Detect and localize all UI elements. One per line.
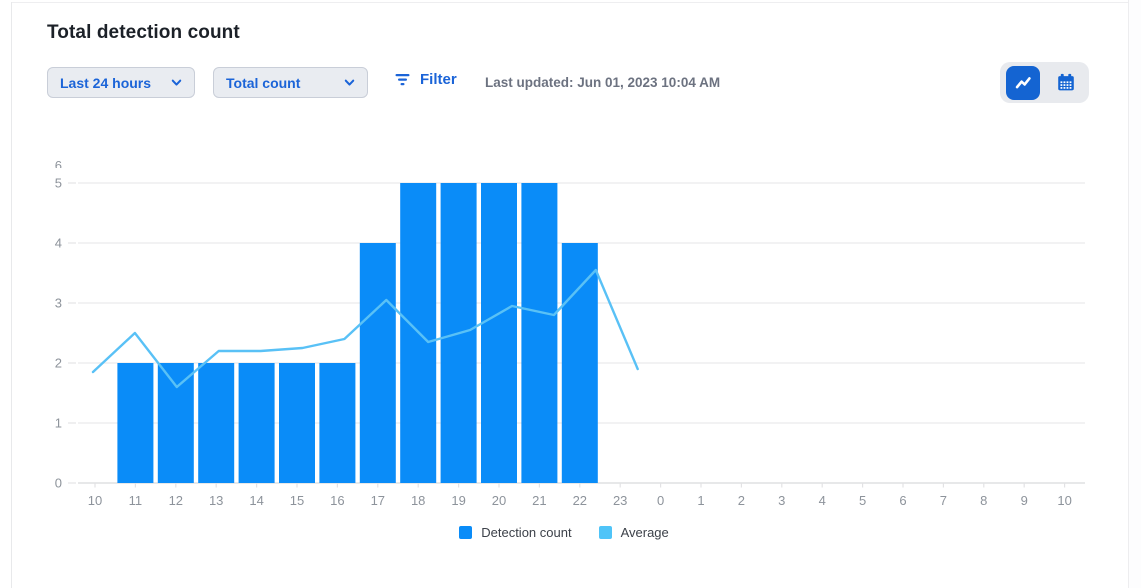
legend-item-average[interactable]: Average	[599, 525, 669, 540]
line-chart-icon	[1012, 72, 1034, 94]
svg-text:17: 17	[371, 493, 385, 508]
svg-text:5: 5	[859, 493, 866, 508]
svg-text:19: 19	[451, 493, 465, 508]
svg-text:12: 12	[169, 493, 183, 508]
filter-button[interactable]: Filter	[394, 71, 457, 88]
svg-text:7: 7	[940, 493, 947, 508]
metric-dropdown[interactable]: Total count	[213, 67, 368, 98]
panel-top-border	[11, 2, 1128, 3]
svg-text:0: 0	[55, 476, 62, 491]
svg-text:23: 23	[613, 493, 627, 508]
svg-text:4: 4	[819, 493, 826, 508]
chevron-down-icon	[343, 76, 356, 89]
view-toggle-group	[1000, 62, 1089, 103]
legend-swatch	[459, 526, 472, 539]
time-range-dropdown[interactable]: Last 24 hours	[47, 67, 195, 98]
calendar-view-button[interactable]	[1049, 66, 1083, 100]
svg-text:0: 0	[657, 493, 664, 508]
page-title: Total detection count	[47, 22, 240, 44]
svg-text:13: 13	[209, 493, 223, 508]
svg-text:9: 9	[1021, 493, 1028, 508]
filter-icon	[394, 72, 411, 87]
svg-text:5: 5	[55, 176, 62, 191]
svg-text:1: 1	[697, 493, 704, 508]
chart-view-button[interactable]	[1006, 66, 1040, 100]
svg-text:6: 6	[899, 493, 906, 508]
metric-value: Total count	[226, 75, 300, 91]
svg-text:10: 10	[1057, 493, 1071, 508]
legend-swatch	[599, 526, 612, 539]
detection-chart: 0123456101112131415161718192021222301234…	[0, 140, 1141, 525]
svg-text:3: 3	[778, 493, 785, 508]
svg-text:2: 2	[55, 356, 62, 371]
svg-text:22: 22	[573, 493, 587, 508]
legend-item-detection-count[interactable]: Detection count	[459, 525, 571, 540]
svg-text:18: 18	[411, 493, 425, 508]
svg-text:16: 16	[330, 493, 344, 508]
svg-text:21: 21	[532, 493, 546, 508]
legend-label: Detection count	[481, 525, 571, 540]
svg-text:6: 6	[55, 158, 62, 173]
svg-text:8: 8	[980, 493, 987, 508]
calendar-icon	[1055, 72, 1077, 94]
svg-text:1: 1	[55, 416, 62, 431]
svg-text:20: 20	[492, 493, 506, 508]
svg-text:2: 2	[738, 493, 745, 508]
chevron-down-icon	[170, 76, 183, 89]
svg-text:11: 11	[129, 493, 143, 508]
last-updated-text: Last updated: Jun 01, 2023 10:04 AM	[485, 75, 720, 90]
chart-legend: Detection count Average	[0, 525, 1128, 540]
chart-svg: 0123456101112131415161718192021222301234…	[0, 140, 1141, 525]
time-range-value: Last 24 hours	[60, 75, 151, 91]
svg-text:10: 10	[88, 493, 102, 508]
svg-text:15: 15	[290, 493, 304, 508]
svg-text:4: 4	[55, 236, 62, 251]
svg-text:14: 14	[249, 493, 263, 508]
legend-label: Average	[621, 525, 669, 540]
filter-label: Filter	[420, 71, 457, 88]
svg-text:3: 3	[55, 296, 62, 311]
